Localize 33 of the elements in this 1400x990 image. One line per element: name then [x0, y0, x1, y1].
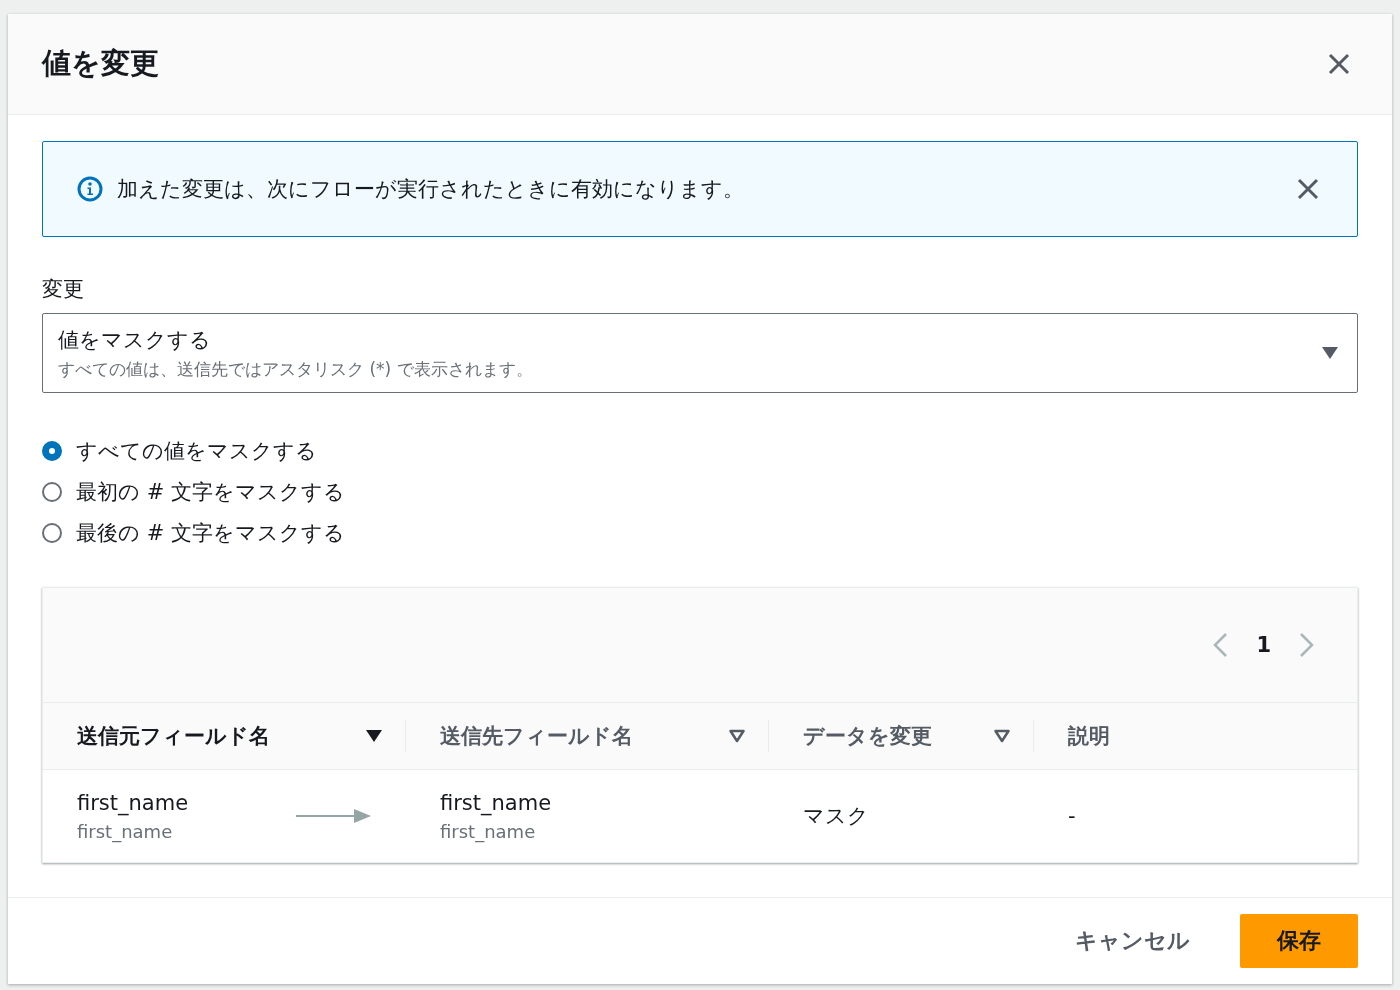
cancel-button[interactable]: キャンセル	[1075, 926, 1190, 956]
table-cell: -	[1068, 804, 1076, 828]
column-header[interactable]: 送信先フィールド名	[440, 722, 633, 750]
save-button[interactable]: 保存	[1240, 914, 1358, 968]
column-header[interactable]: 説明	[1068, 722, 1110, 750]
close-icon	[1297, 178, 1319, 200]
radio-button[interactable]	[42, 482, 62, 502]
sort-icon[interactable]	[993, 729, 1011, 743]
alert-message: 加えた変更は、次にフローが実行されたときに有効になります。	[117, 176, 745, 203]
radio-label[interactable]: 最後の # 文字をマスクする	[76, 519, 345, 547]
radio-button[interactable]	[42, 523, 62, 543]
dialog-title: 値を変更	[42, 45, 159, 82]
page-number[interactable]: 1	[1256, 633, 1271, 657]
column-header[interactable]: データを変更	[803, 722, 932, 750]
column-header[interactable]: 送信元フィールド名	[77, 722, 270, 750]
field-subtext: first_name	[77, 820, 174, 842]
option-description: すべての値は、送信先ではアスタリスク (*) で表示されます。	[58, 357, 533, 381]
field-label: 変更	[42, 276, 85, 303]
sort-icon[interactable]	[365, 729, 383, 743]
field-name: first_name	[440, 790, 553, 815]
radio-button[interactable]	[42, 441, 62, 461]
close-icon	[1328, 53, 1350, 75]
caret-icon	[1321, 346, 1339, 360]
field-name: first_name	[77, 790, 190, 815]
select-value: 値をマスクする	[58, 326, 212, 354]
info-icon	[77, 176, 103, 202]
table-cell-text: マスク	[803, 803, 869, 830]
radio-label[interactable]: すべての値をマスクする	[76, 437, 317, 465]
field-subtext: first_name	[440, 820, 537, 842]
change-select[interactable]: 値をマスクする すべての値は、送信先ではアスタリスク (*) で表示されます。	[42, 313, 1358, 393]
arrow-icon	[296, 808, 372, 824]
radio-label[interactable]: 最初の # 文字をマスクする	[76, 478, 345, 506]
sort-icon[interactable]	[728, 729, 746, 743]
